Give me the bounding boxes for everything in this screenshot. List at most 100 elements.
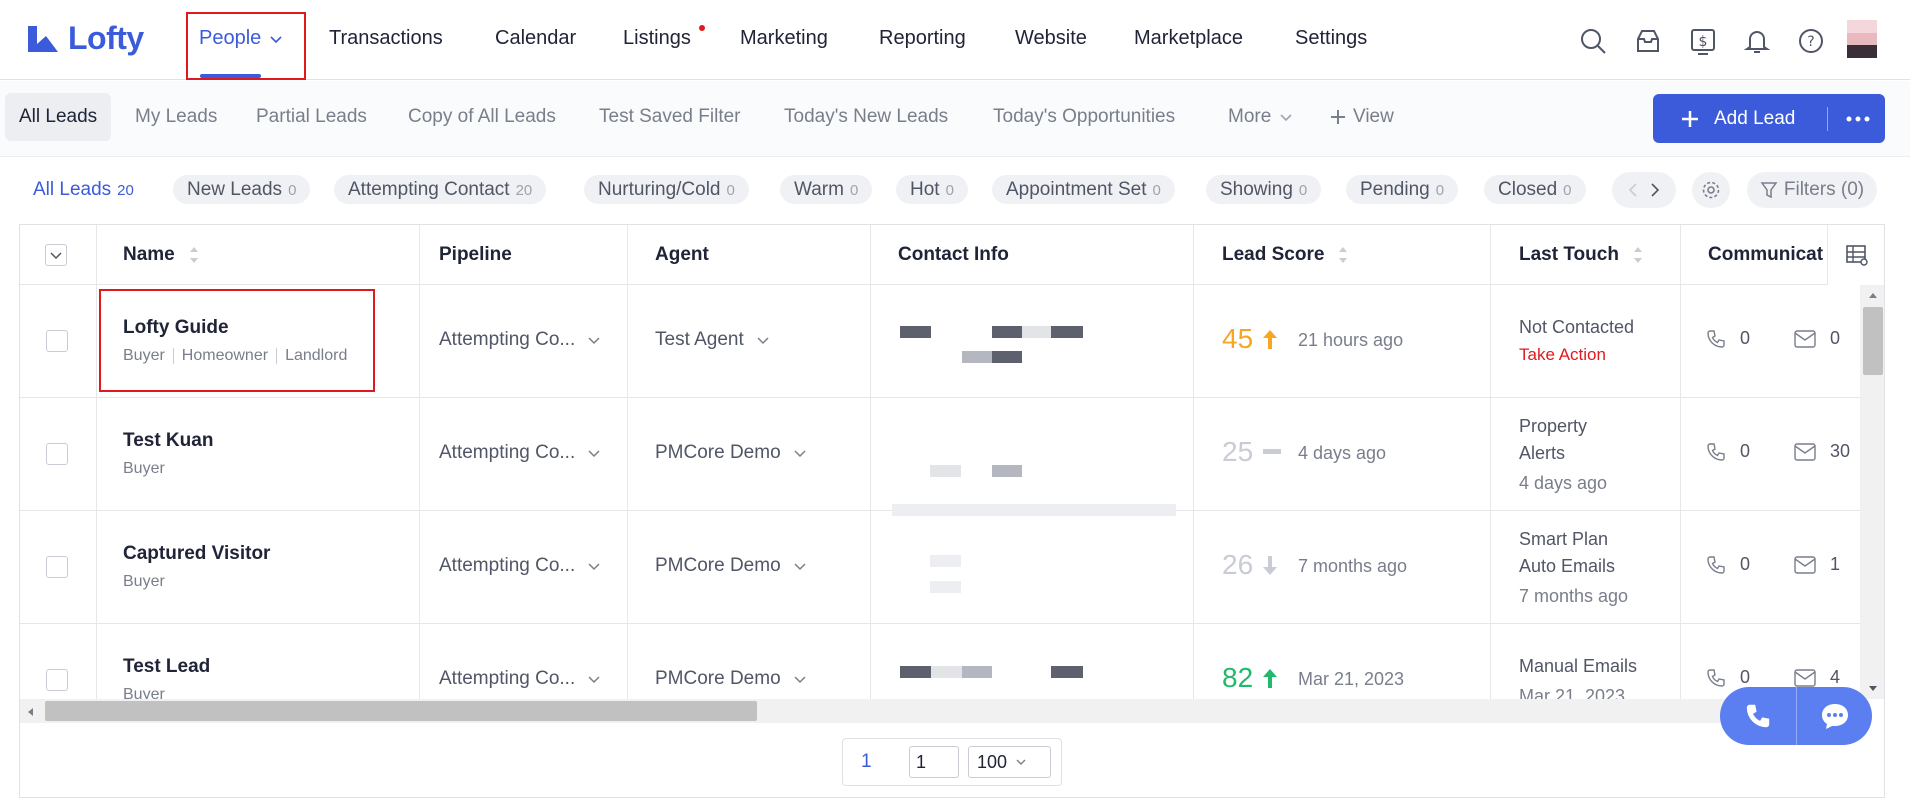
scroll-left-icon[interactable] <box>26 707 34 717</box>
help-icon[interactable]: ? <box>1796 26 1826 56</box>
stage-settings-button[interactable] <box>1692 172 1730 208</box>
lead-name[interactable]: Lofty Guide <box>123 317 229 339</box>
redacted-contact <box>930 555 961 567</box>
stage-showing[interactable]: Showing 0 <box>1206 175 1322 204</box>
nav-website[interactable]: Website <box>1015 27 1087 50</box>
pipeline-select[interactable]: Attempting Co... <box>439 668 601 690</box>
view-tab-all-leads[interactable]: All Leads <box>5 93 112 141</box>
nav-people[interactable]: People <box>199 27 283 50</box>
logo-text: Lofty <box>68 20 144 56</box>
page-size-select[interactable]: 100 <box>968 746 1051 778</box>
button-divider <box>1827 107 1828 131</box>
nav-marketplace[interactable]: Marketplace <box>1134 27 1243 50</box>
floating-chat-button[interactable] <box>1797 687 1872 745</box>
nav-calendar[interactable]: Calendar <box>495 27 576 50</box>
nav-settings[interactable]: Settings <box>1295 27 1367 50</box>
view-tab-my-leads[interactable]: My Leads <box>121 93 231 141</box>
phone-icon[interactable] <box>1706 442 1726 462</box>
agent-select[interactable]: Test Agent <box>655 329 770 351</box>
nav-settings-label: Settings <box>1295 27 1368 49</box>
select-all-checkbox[interactable] <box>45 244 67 266</box>
agent-select[interactable]: PMCore Demo <box>655 668 807 690</box>
more-options-icon[interactable] <box>1845 110 1871 128</box>
gear-icon <box>1702 181 1720 199</box>
view-tab-partial-leads[interactable]: Partial Leads <box>242 93 381 141</box>
score-updated-time: Mar 21, 2023 <box>1298 669 1405 689</box>
agent-select[interactable]: PMCore Demo <box>655 555 807 577</box>
pipeline-select[interactable]: Attempting Co... <box>439 329 601 351</box>
view-tab-copy-of-all-leads[interactable]: Copy of All Leads <box>394 93 570 141</box>
email-icon[interactable] <box>1794 668 1816 687</box>
inbox-icon[interactable] <box>1633 26 1663 56</box>
chevron-left-icon[interactable] <box>1628 183 1638 197</box>
stage-new-leads[interactable]: New Leads 0 <box>173 175 311 204</box>
sort-icon[interactable] <box>1633 244 1643 266</box>
add-lead-button[interactable]: Add Lead <box>1653 94 1885 143</box>
lead-name[interactable]: Captured Visitor <box>123 543 270 565</box>
sort-icon[interactable] <box>189 244 199 266</box>
stage-scroll-buttons <box>1612 172 1676 208</box>
lead-name[interactable]: Test Lead <box>123 656 210 678</box>
column-header-last-touch[interactable]: Last Touch <box>1519 225 1643 285</box>
vertical-scrollbar[interactable] <box>1860 285 1884 699</box>
stage-appointment-set[interactable]: Appointment Set 0 <box>992 175 1175 204</box>
header-label: Last Touch <box>1519 244 1619 265</box>
stage-hot[interactable]: Hot 0 <box>896 175 968 204</box>
pipeline-select[interactable]: Attempting Co... <box>439 442 601 464</box>
chevron-right-icon[interactable] <box>1650 183 1660 197</box>
email-icon[interactable] <box>1794 442 1816 461</box>
dollar-icon[interactable]: $ <box>1688 26 1718 56</box>
email-icon[interactable] <box>1794 329 1816 348</box>
avatar[interactable] <box>1847 20 1877 58</box>
stage-attempting-contact[interactable]: Attempting Contact 20 <box>334 175 547 204</box>
stage-nurturing-cold[interactable]: Nurturing/Cold 0 <box>584 175 749 204</box>
phone-icon[interactable] <box>1706 668 1726 688</box>
view-tab-todays-opportunities[interactable]: Today's Opportunities <box>979 93 1189 141</box>
sort-icon[interactable] <box>1338 244 1348 266</box>
column-settings-button[interactable] <box>1827 225 1884 285</box>
page-input[interactable]: 1 <box>909 746 959 778</box>
stage-closed[interactable]: Closed 0 <box>1484 175 1586 204</box>
horizontal-scroll-thumb[interactable] <box>45 701 757 721</box>
stage-warm[interactable]: Warm 0 <box>780 175 873 204</box>
row-checkbox[interactable] <box>46 330 68 352</box>
search-icon[interactable] <box>1578 26 1608 56</box>
row-checkbox[interactable] <box>46 556 68 578</box>
chevron-down-icon <box>270 35 282 43</box>
nav-listings[interactable]: Listings <box>623 27 691 50</box>
floating-call-button[interactable] <box>1720 687 1796 745</box>
chat-icon <box>1821 704 1848 729</box>
filters-button[interactable]: Filters (0) <box>1747 172 1877 208</box>
row-checkbox[interactable] <box>46 443 68 465</box>
lofty-logo[interactable]: Lofty <box>26 20 144 57</box>
column-header-name[interactable]: Name <box>123 225 199 285</box>
add-view-button[interactable]: View <box>1315 93 1408 141</box>
phone-icon[interactable] <box>1706 329 1726 349</box>
horizontal-scrollbar[interactable] <box>20 699 1860 723</box>
stage-label: Hot <box>910 179 940 200</box>
lead-name[interactable]: Test Kuan <box>123 430 213 452</box>
call-count: 0 <box>1740 667 1751 687</box>
bell-icon[interactable] <box>1742 26 1772 56</box>
nav-transactions[interactable]: Transactions <box>329 27 443 50</box>
view-tab-test-saved-filter[interactable]: Test Saved Filter <box>585 93 755 141</box>
scroll-up-icon[interactable] <box>1868 291 1878 299</box>
view-tab-todays-new-leads[interactable]: Today's New Leads <box>770 93 962 141</box>
vertical-scroll-thumb[interactable] <box>1863 307 1883 375</box>
table-columns-icon <box>1846 245 1868 266</box>
phone-icon[interactable] <box>1706 555 1726 575</box>
agent-select[interactable]: PMCore Demo <box>655 442 807 464</box>
take-action-link[interactable]: Take Action <box>1519 341 1634 368</box>
last-touch-text: Not Contacted <box>1519 317 1635 337</box>
more-views-dropdown[interactable]: More <box>1214 93 1307 141</box>
pipeline-select[interactable]: Attempting Co... <box>439 555 601 577</box>
nav-marketing[interactable]: Marketing <box>740 27 828 50</box>
row-checkbox[interactable] <box>46 669 68 691</box>
call-count: 0 <box>1740 554 1751 574</box>
email-icon[interactable] <box>1794 555 1816 574</box>
stage-all-leads[interactable]: All Leads 20 <box>19 175 148 204</box>
stage-pending[interactable]: Pending 0 <box>1346 175 1459 204</box>
nav-reporting[interactable]: Reporting <box>879 27 966 50</box>
column-header-lead-score[interactable]: Lead Score <box>1222 225 1348 285</box>
current-page[interactable]: 1 <box>861 751 872 773</box>
